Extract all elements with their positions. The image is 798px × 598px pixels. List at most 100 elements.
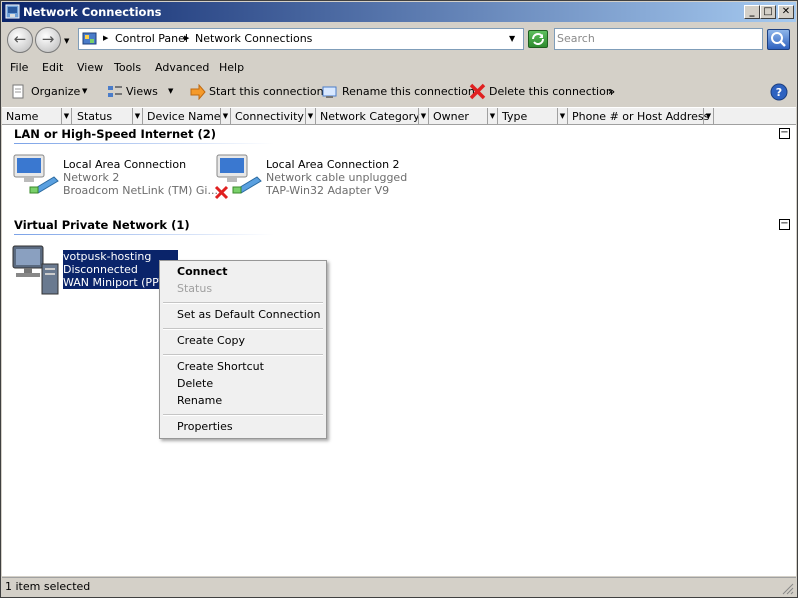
rename-connection-button[interactable]: Rename this connection xyxy=(342,85,475,98)
control-panel-icon xyxy=(82,32,97,45)
organize-icon xyxy=(12,84,24,99)
menu-item-connect[interactable]: Connect xyxy=(177,265,228,278)
back-button[interactable]: ← xyxy=(7,27,33,53)
address-row: ← → ▼ ▶ Control Panel ▶ Network Connecti… xyxy=(2,23,796,57)
column-status[interactable]: Status ▼ xyxy=(73,108,143,125)
forward-button[interactable]: → xyxy=(35,27,61,53)
menu-separator xyxy=(163,354,323,356)
column-name-label: Name xyxy=(6,110,39,123)
organize-button[interactable]: Organize xyxy=(31,85,80,98)
unplugged-x-icon xyxy=(214,185,229,200)
network-connections-icon xyxy=(5,4,20,19)
column-dropdown-icon[interactable]: ▼ xyxy=(557,108,567,124)
breadcrumb-separator: ▶ xyxy=(184,34,190,42)
group-header-vpn[interactable]: Virtual Private Network (1) xyxy=(14,218,190,232)
address-bar[interactable]: ▶ Control Panel ▶ Network Connections ▼ xyxy=(78,28,524,50)
breadcrumb-separator: ▶ xyxy=(103,34,109,42)
more-commands-button[interactable]: » xyxy=(608,85,615,98)
column-phone-host[interactable]: Phone # or Host Address ▼ xyxy=(568,108,714,125)
back-arrow-icon: ← xyxy=(13,30,27,48)
close-button[interactable]: ✕ xyxy=(778,5,794,19)
column-connectivity[interactable]: Connectivity ▼ xyxy=(231,108,316,125)
status-bar: 1 item selected xyxy=(2,577,796,597)
column-dropdown-icon[interactable]: ▼ xyxy=(220,108,230,124)
column-dropdown-icon[interactable]: ▼ xyxy=(305,108,315,124)
menu-help[interactable]: Help xyxy=(219,61,244,74)
breadcrumb-control-panel[interactable]: Control Panel xyxy=(115,32,188,45)
menu-item-create-copy[interactable]: Create Copy xyxy=(177,334,245,347)
recent-pages-dropdown[interactable]: ▼ xyxy=(64,37,69,45)
collapse-group-vpn-button[interactable]: − xyxy=(779,219,790,230)
group-divider xyxy=(14,143,274,144)
refresh-icon xyxy=(532,33,544,45)
title-bar[interactable]: Network Connections _ □ ✕ xyxy=(2,2,796,22)
breadcrumb-network-connections[interactable]: Network Connections xyxy=(195,32,312,45)
column-dropdown-icon[interactable]: ▼ xyxy=(61,108,71,124)
column-connectivity-label: Connectivity xyxy=(235,110,304,123)
column-owner-label: Owner xyxy=(433,110,469,123)
menu-item-set-default[interactable]: Set as Default Connection xyxy=(177,308,320,321)
menu-separator xyxy=(163,328,323,330)
forward-arrow-icon: → xyxy=(41,30,55,48)
column-name[interactable]: Name ▼ xyxy=(2,108,72,125)
connections-list: LAN or High-Speed Internet (2) − Local A… xyxy=(2,125,796,576)
search-input[interactable]: Search xyxy=(554,28,763,50)
column-dropdown-icon[interactable]: ▼ xyxy=(703,108,713,124)
column-type-label: Type xyxy=(502,110,528,123)
menu-edit[interactable]: Edit xyxy=(42,61,63,74)
menu-view[interactable]: View xyxy=(77,61,103,74)
menu-item-create-shortcut[interactable]: Create Shortcut xyxy=(177,360,264,373)
connection-item-lan1[interactable]: Local Area Connection Network 2 Broadcom… xyxy=(10,153,218,201)
organize-dropdown-icon[interactable]: ▼ xyxy=(82,87,87,95)
status-text: 1 item selected xyxy=(5,580,91,593)
column-dropdown-icon[interactable]: ▼ xyxy=(132,108,142,124)
connection-status: Network 2 xyxy=(63,171,120,184)
menu-item-delete[interactable]: Delete xyxy=(177,377,213,390)
connection-name: Local Area Connection xyxy=(63,158,187,171)
column-owner[interactable]: Owner ▼ xyxy=(429,108,498,125)
context-menu: Connect Status Set as Default Connection… xyxy=(159,260,327,439)
column-device-name-label: Device Name xyxy=(147,110,221,123)
svg-text:?: ? xyxy=(776,86,782,99)
command-bar: Organize ▼ Views ▼ Start this connection… xyxy=(2,80,796,104)
connection-status: Network cable unplugged xyxy=(266,171,408,184)
menu-item-properties[interactable]: Properties xyxy=(177,420,233,433)
rename-icon xyxy=(322,86,337,98)
collapse-group-lan-button[interactable]: − xyxy=(779,128,790,139)
vpn-computer-icon xyxy=(12,245,59,295)
connection-item-vpn[interactable]: votpusk-hosting Disconnected WAN Minipor… xyxy=(10,244,179,295)
search-button[interactable] xyxy=(767,29,790,50)
column-network-category[interactable]: Network Category ▼ xyxy=(316,108,429,125)
menu-advanced[interactable]: Advanced xyxy=(155,61,209,74)
menu-tools[interactable]: Tools xyxy=(114,61,141,74)
column-device-name[interactable]: Device Name ▼ xyxy=(143,108,231,125)
column-dropdown-icon[interactable]: ▼ xyxy=(487,108,497,124)
column-phone-host-label: Phone # or Host Address xyxy=(572,110,710,123)
window-title: Network Connections xyxy=(23,5,162,19)
minimize-button[interactable]: _ xyxy=(744,5,760,19)
menu-item-rename[interactable]: Rename xyxy=(177,394,222,407)
connection-name: Local Area Connection 2 xyxy=(266,158,400,171)
menu-item-status: Status xyxy=(177,282,213,295)
column-status-label: Status xyxy=(77,110,113,123)
column-type[interactable]: Type ▼ xyxy=(498,108,568,125)
column-dropdown-icon[interactable]: ▼ xyxy=(418,108,428,124)
views-button[interactable]: Views xyxy=(126,85,158,98)
menu-file[interactable]: File xyxy=(10,61,28,74)
group-header-lan[interactable]: LAN or High-Speed Internet (2) xyxy=(14,127,216,141)
start-connection-button[interactable]: Start this connection xyxy=(209,85,324,98)
views-dropdown-icon[interactable]: ▼ xyxy=(168,87,173,95)
connection-item-lan2[interactable]: Local Area Connection 2 Network cable un… xyxy=(213,153,413,201)
help-icon[interactable]: ? xyxy=(770,83,788,101)
resize-grip-icon[interactable] xyxy=(782,583,794,595)
maximize-button[interactable]: □ xyxy=(760,5,776,19)
search-icon xyxy=(771,32,786,47)
views-icon xyxy=(108,86,122,97)
refresh-button[interactable] xyxy=(528,30,548,48)
column-header: Name ▼ Status ▼ Device Name ▼ Connectivity ▼… xyxy=(2,107,796,125)
menu-bar: File Edit View Tools Advanced Help xyxy=(2,58,796,78)
address-dropdown-icon[interactable]: ▼ xyxy=(509,34,515,43)
delete-connection-button[interactable]: Delete this connection xyxy=(489,85,613,98)
connection-device: Broadcom NetLink (TM) Gi... xyxy=(63,184,218,197)
delete-x-icon xyxy=(469,83,486,100)
